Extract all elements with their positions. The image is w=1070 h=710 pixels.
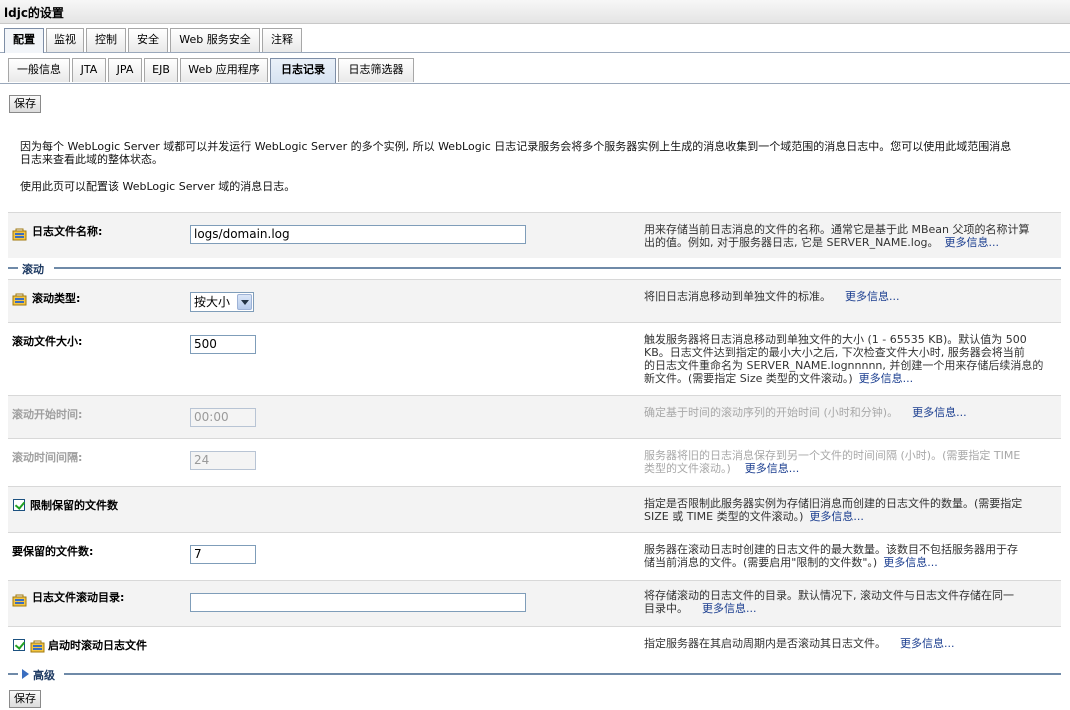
dynamic-config-icon xyxy=(12,594,27,607)
row-rotation-type: 滚动类型: 按大小 将旧日志消息移动到单独文件的标准。 更多信息... xyxy=(8,279,1061,322)
more-info-link[interactable]: 更多信息... xyxy=(845,290,900,303)
rotation-interval-label: 滚动时间间隔: xyxy=(12,451,83,464)
section-rotation: 滚动 xyxy=(8,261,1061,276)
log-file-name-label: 日志文件名称: xyxy=(32,225,103,238)
log-file-name-help: 用来存储当前日志消息的文件的名称。通常它是基于此 MBean 父项的名称计算 出… xyxy=(644,223,1030,249)
section-rotation-title: 滚动 xyxy=(22,263,44,276)
row-rotation-dir: 日志文件滚动目录: 将存储滚动的日志文件的目录。默认情况下, 滚动文件与日志文件… xyxy=(8,580,1061,626)
tab-control[interactable]: 控制 xyxy=(86,28,126,52)
more-info-link[interactable]: 更多信息... xyxy=(900,637,955,650)
limit-files-checkbox[interactable] xyxy=(13,499,25,511)
rotation-size-label: 滚动文件大小: xyxy=(12,335,83,348)
section-advanced-title[interactable]: 高级 xyxy=(33,667,55,683)
log-file-name-input[interactable]: logs/domain.log xyxy=(190,225,526,244)
section-advanced[interactable]: 高级 xyxy=(8,667,1061,683)
rotation-type-value: 按大小 xyxy=(194,295,231,309)
more-info-link[interactable]: 更多信息... xyxy=(859,372,914,385)
dynamic-config-icon xyxy=(12,293,27,306)
title-bar: ldjc的设置 xyxy=(0,0,1070,24)
tab-notes[interactable]: 注释 xyxy=(262,28,302,52)
intro-line-1: 因为每个 WebLogic Server 域都可以并发运行 WebLogic S… xyxy=(20,140,1012,153)
rotation-type-select[interactable]: 按大小 xyxy=(190,292,254,312)
tab-general[interactable]: 一般信息 xyxy=(8,58,70,82)
files-to-retain-label: 要保留的文件数: xyxy=(12,545,94,558)
save-button-bottom[interactable]: 保存 xyxy=(9,690,41,708)
row-rotation-start-time: 滚动开始时间: 00:00 确定基于时间的滚动序列的开始时间 (小时和分钟)。更… xyxy=(8,395,1061,438)
row-files-to-retain: 要保留的文件数: 7 服务器在滚动日志时创建的日志文件的最大数量。该数目不包括服… xyxy=(8,532,1061,580)
limit-files-help: 指定是否限制此服务器实例为存储旧消息而创建的日志文件的数量。(需要指定 SIZE… xyxy=(644,497,1023,523)
rotation-dir-help: 将存储滚动的日志文件的目录。默认情况下, 滚动文件与日志文件存储在同一 目录中。… xyxy=(644,589,1014,615)
row-log-file-name: 日志文件名称: logs/domain.log 用来存储当前日志消息的文件的名称… xyxy=(8,212,1061,258)
rotation-start-time-label: 滚动开始时间: xyxy=(12,408,83,421)
sub-tab-bar: 一般信息 JTA JPA EJB Web 应用程序 日志记录 日志筛选器 xyxy=(0,58,1070,84)
limit-files-label: 限制保留的文件数 xyxy=(30,499,118,512)
intro-usage: 使用此页可以配置该 WebLogic Server 域的消息日志。 xyxy=(20,180,296,193)
tab-jta[interactable]: JTA xyxy=(72,58,106,82)
rotation-start-time-help: 确定基于时间的滚动序列的开始时间 (小时和分钟)。 更多信息... xyxy=(644,406,967,419)
row-rotation-size: 滚动文件大小: 500 触发服务器将日志消息移动到单独文件的大小 (1 - 65… xyxy=(8,322,1061,395)
expand-arrow-icon[interactable] xyxy=(22,669,29,679)
rotation-dir-input[interactable] xyxy=(190,593,526,612)
tab-monitor[interactable]: 监视 xyxy=(46,28,84,52)
rotation-type-label: 滚动类型: xyxy=(32,292,81,305)
tab-logging[interactable]: 日志记录 xyxy=(270,58,336,83)
more-info-link[interactable]: 更多信息... xyxy=(809,510,864,523)
rotation-size-help: 触发服务器将日志消息移动到单独文件的大小 (1 - 65535 KB)。默认值为… xyxy=(644,333,1044,385)
rotate-on-startup-checkbox[interactable] xyxy=(13,639,25,651)
tab-web-service-security[interactable]: Web 服务安全 xyxy=(170,28,260,52)
rotation-start-time-input: 00:00 xyxy=(190,408,256,427)
tab-config[interactable]: 配置 xyxy=(4,28,44,53)
dynamic-config-icon xyxy=(12,228,27,241)
more-info-link[interactable]: 更多信息... xyxy=(912,406,967,419)
rotation-interval-input: 24 xyxy=(190,451,256,470)
save-button-top[interactable]: 保存 xyxy=(9,95,41,113)
tab-security[interactable]: 安全 xyxy=(128,28,168,52)
more-info-link[interactable]: 更多信息... xyxy=(945,236,1000,249)
main-tab-bar: 配置 监视 控制 安全 Web 服务安全 注释 xyxy=(0,28,1070,53)
rotation-interval-help: 服务器将旧的日志消息保存到另一个文件的时间间隔 (小时)。(需要指定 TIME … xyxy=(644,449,1021,475)
page-title: ldjc的设置 xyxy=(4,6,64,20)
tab-log-filters[interactable]: 日志筛选器 xyxy=(338,58,414,82)
rotation-dir-label: 日志文件滚动目录: xyxy=(32,591,125,604)
files-to-retain-input[interactable]: 7 xyxy=(190,545,256,564)
more-info-link[interactable]: 更多信息... xyxy=(745,462,800,475)
row-limit-files: 限制保留的文件数 指定是否限制此服务器实例为存储旧消息而创建的日志文件的数量。(… xyxy=(8,486,1061,532)
tab-web-app[interactable]: Web 应用程序 xyxy=(180,58,268,82)
rotate-on-startup-help: 指定服务器在其启动周期内是否滚动其日志文件。 更多信息... xyxy=(644,637,955,650)
dynamic-config-icon xyxy=(30,640,45,653)
intro-line-2: 日志来查看此域的整体状态。 xyxy=(20,153,163,166)
intro-text: 因为每个 WebLogic Server 域都可以并发运行 WebLogic S… xyxy=(20,140,1050,166)
tab-ejb[interactable]: EJB xyxy=(144,58,178,82)
row-rotation-interval: 滚动时间间隔: 24 服务器将旧的日志消息保存到另一个文件的时间间隔 (小时)。… xyxy=(8,438,1061,486)
more-info-link[interactable]: 更多信息... xyxy=(883,556,938,569)
rotation-size-input[interactable]: 500 xyxy=(190,335,256,354)
rotation-type-help: 将旧日志消息移动到单独文件的标准。 更多信息... xyxy=(644,290,900,303)
row-rotate-on-startup: 启动时滚动日志文件 指定服务器在其启动周期内是否滚动其日志文件。 更多信息... xyxy=(8,626,1061,664)
more-info-link[interactable]: 更多信息... xyxy=(702,602,757,615)
chevron-down-icon[interactable] xyxy=(237,294,252,310)
tab-jpa[interactable]: JPA xyxy=(108,58,142,82)
rotate-on-startup-label: 启动时滚动日志文件 xyxy=(48,639,147,652)
files-to-retain-help: 服务器在滚动日志时创建的日志文件的最大数量。该数目不包括服务器用于存 储当前消息… xyxy=(644,543,1018,569)
